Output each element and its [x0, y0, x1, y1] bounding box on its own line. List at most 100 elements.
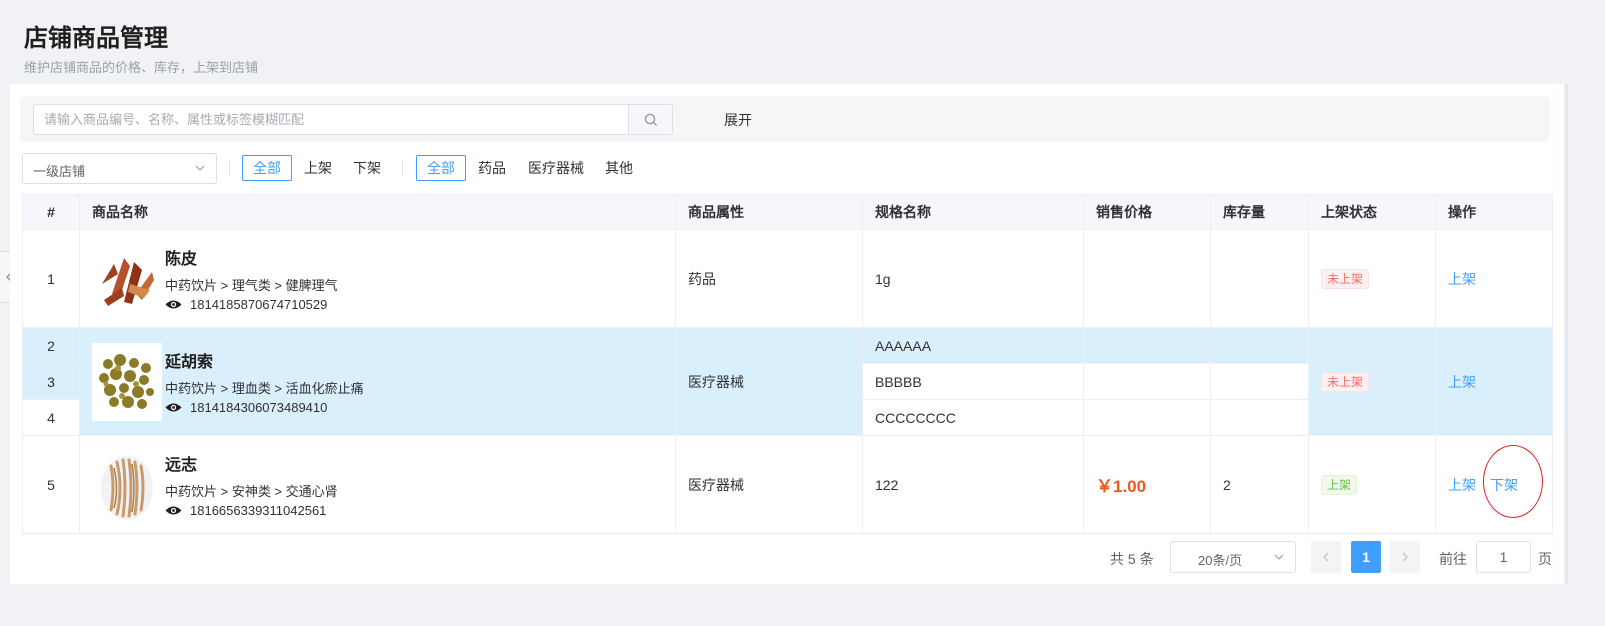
product-cell: 远志 中药饮片 > 安神类 > 交通心肾 1816656339311042561 — [79, 435, 676, 534]
sale-price — [1083, 229, 1211, 328]
divider — [229, 161, 230, 176]
sale-price-cell: ￥1.00 — [1083, 435, 1211, 534]
page-size-value: 20条/页 — [1198, 553, 1243, 568]
list-button[interactable]: 上架 — [1448, 271, 1476, 287]
product-attribute: 药品 — [675, 229, 863, 328]
type-filter-other[interactable]: 其他 — [594, 155, 644, 181]
search-input[interactable] — [34, 105, 638, 134]
product-code: 1814184306073489410 — [190, 400, 328, 415]
chevron-down-icon — [1274, 554, 1284, 560]
eye-icon[interactable] — [165, 505, 182, 516]
expand-toggle[interactable]: 展开 — [724, 110, 752, 130]
divider — [402, 161, 403, 176]
chevron-left-icon — [1323, 552, 1329, 562]
page-title: 店铺商品管理 — [24, 25, 168, 52]
product-table: # 商品名称 商品属性 规格名称 销售价格 库存量 上架状态 操作 1 陈皮 中… — [22, 194, 1553, 534]
search-bar: 展开 — [20, 96, 1550, 142]
chevron-down-icon — [195, 165, 205, 171]
list-button[interactable]: 上架 — [1448, 477, 1476, 493]
status-cell: 上架 — [1308, 435, 1436, 534]
pagination-total: 共 5 条 — [1110, 551, 1154, 567]
page-number-current[interactable]: 1 — [1351, 541, 1381, 573]
sale-price — [1083, 327, 1211, 364]
goto-page-input[interactable]: 1 — [1476, 541, 1531, 573]
col-header-actions: 操作 — [1435, 194, 1553, 230]
status-filter-all[interactable]: 全部 — [242, 155, 292, 181]
status-badge: 未上架 — [1321, 371, 1370, 392]
product-name: 陈皮 — [165, 251, 198, 268]
product-cell: 陈皮 中药饮片 > 理气类 > 健脾理气 1814185870674710529 — [79, 229, 676, 328]
store-select[interactable]: 一级店铺 — [22, 153, 217, 184]
sale-price — [1083, 363, 1211, 400]
spec-name: 1g — [862, 229, 1084, 328]
status-badge: 未上架 — [1321, 268, 1370, 289]
eye-icon[interactable] — [165, 299, 182, 310]
vertical-scrollbar[interactable] — [1565, 84, 1568, 584]
col-header-name: 商品名称 — [79, 194, 676, 230]
col-header-index: # — [22, 194, 80, 230]
product-cell: 延胡索 中药饮片 > 理血类 > 活血化瘀止痛 1814184306073489… — [79, 327, 676, 436]
list-button[interactable]: 上架 — [1448, 374, 1476, 390]
product-attribute: 医疗器械 — [675, 327, 863, 436]
next-page-button[interactable] — [1390, 541, 1420, 573]
product-code: 1814185870674710529 — [190, 297, 328, 312]
row-index: 3 — [22, 363, 80, 400]
search-button[interactable] — [628, 105, 672, 134]
product-thumbnail-chenpi — [92, 239, 162, 318]
col-header-stock: 库存量 — [1210, 194, 1309, 230]
search-box — [33, 104, 673, 135]
col-header-price: 销售价格 — [1083, 194, 1211, 230]
chevron-right-icon — [1402, 552, 1408, 562]
stock-qty — [1210, 399, 1309, 436]
product-category: 中药饮片 > 安神类 > 交通心肾 — [165, 484, 338, 499]
col-header-attribute: 商品属性 — [675, 194, 863, 230]
actions-cell: 上架 — [1435, 327, 1553, 436]
stock-qty — [1210, 327, 1309, 364]
type-filter-medicine[interactable]: 药品 — [467, 155, 517, 181]
annotation-circle — [1483, 445, 1543, 518]
product-thumbnail-yanhusuo — [92, 342, 162, 421]
goto-label: 前往 — [1439, 551, 1467, 567]
product-code: 1816656339311042561 — [190, 503, 327, 518]
table-header: # 商品名称 商品属性 规格名称 销售价格 库存量 上架状态 操作 — [22, 194, 1553, 230]
table-row: 1 陈皮 中药饮片 > 理气类 > 健脾理气 18141858706747105… — [22, 229, 1553, 328]
type-filter-all[interactable]: 全部 — [416, 155, 466, 181]
row-index: 2 — [22, 327, 80, 364]
status-cell: 未上架 — [1308, 229, 1436, 328]
status-badge: 上架 — [1321, 474, 1358, 495]
spec-name: BBBBB — [862, 363, 1084, 400]
spec-name: AAAAAA — [862, 327, 1084, 364]
filter-row: 一级店铺 全部 上架 下架 全部 药品 医疗器械 其他 — [22, 153, 1552, 184]
sale-price — [1083, 399, 1211, 436]
goto-suffix: 页 — [1538, 551, 1552, 567]
main-card: 展开 一级店铺 全部 上架 下架 全部 药品 医疗器械 其他 # 商品名称 商品… — [10, 84, 1564, 584]
page-subtitle: 维护店铺商品的价格、库存，上架到店铺 — [24, 60, 259, 75]
stock-qty — [1210, 363, 1309, 400]
product-name: 远志 — [165, 457, 198, 474]
status-filter-off[interactable]: 下架 — [342, 155, 392, 181]
stock-qty — [1210, 229, 1309, 328]
product-category: 中药饮片 > 理气类 > 健脾理气 — [165, 278, 338, 293]
product-name: 延胡索 — [165, 354, 214, 371]
status-filter-on[interactable]: 上架 — [293, 155, 343, 181]
col-header-spec: 规格名称 — [862, 194, 1084, 230]
row-index: 5 — [22, 435, 80, 534]
type-filter-device[interactable]: 医疗器械 — [517, 155, 595, 181]
eye-icon[interactable] — [165, 402, 182, 413]
sale-price: ￥1.00 — [1096, 477, 1147, 496]
search-icon — [644, 113, 657, 126]
page-size-select[interactable]: 20条/页 — [1170, 541, 1296, 573]
store-select-value: 一级店铺 — [33, 164, 86, 179]
product-category: 中药饮片 > 理血类 > 活血化瘀止痛 — [165, 381, 364, 396]
stock-qty: 2 — [1210, 435, 1309, 534]
product-thumbnail-yuanzhi — [92, 445, 162, 524]
spec-name: CCCCCCCC — [862, 399, 1084, 436]
product-attribute: 医疗器械 — [675, 435, 863, 534]
table-row: 2 延胡索 中药饮片 > 理血类 > 活血化瘀止痛 18141843060734… — [22, 327, 1553, 436]
row-index: 4 — [22, 399, 80, 436]
actions-cell: 上架 — [1435, 229, 1553, 328]
row-index: 1 — [22, 229, 80, 328]
prev-page-button[interactable] — [1311, 541, 1341, 573]
spec-name: 122 — [862, 435, 1084, 534]
col-header-status: 上架状态 — [1308, 194, 1436, 230]
